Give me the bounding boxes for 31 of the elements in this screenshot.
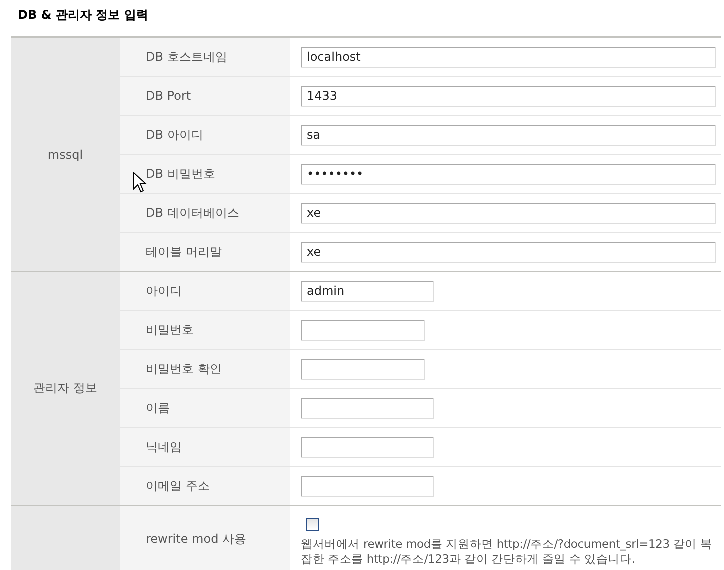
input-field[interactable]: [301, 358, 425, 380]
input-field[interactable]: [301, 436, 434, 458]
input-field[interactable]: sa: [301, 124, 716, 146]
input-field[interactable]: [301, 398, 434, 418]
field-label: 아이디: [120, 272, 290, 310]
field-label: DB 비밀번호: [120, 155, 290, 193]
group-label: mssql: [11, 38, 120, 271]
field-label: 닉네임: [120, 428, 290, 466]
field-label: 이름: [120, 389, 290, 427]
group-label: 관리자 정보: [11, 272, 120, 505]
field-label: 비밀번호 확인: [120, 350, 290, 388]
field-label: 비밀번호: [120, 311, 290, 349]
field-label: DB 아이디: [120, 116, 290, 154]
input-field[interactable]: xe: [301, 242, 716, 262]
field-label: DB 데이터베이스: [120, 194, 290, 232]
field-label: DB 호스트네임: [120, 38, 290, 76]
field-label: rewrite mod 사용: [120, 506, 290, 570]
input-field[interactable]: xe: [301, 202, 716, 224]
input-field[interactable]: 1433: [301, 86, 716, 106]
input-field[interactable]: ••••••••: [301, 164, 716, 184]
help-text: 웹서버에서 rewrite mod를 지원하면 http://주소/?document_srl=123 같이 복잡한 주소를 http://주소/123과 같이 간단하게 줄일 수 있습니다.: [301, 537, 714, 567]
section-title: DB & 관리자 정보 입력: [18, 7, 148, 24]
input-field[interactable]: [301, 476, 434, 496]
field-label: 테이블 머리말: [120, 233, 290, 271]
checkbox[interactable]: [306, 518, 319, 531]
field-label: DB Port: [120, 77, 290, 115]
input-field[interactable]: admin: [301, 280, 434, 302]
mouse-cursor-icon: [133, 172, 147, 194]
input-field[interactable]: [301, 320, 425, 340]
input-field[interactable]: localhost: [301, 46, 716, 68]
field-label: 이메일 주소: [120, 467, 290, 505]
